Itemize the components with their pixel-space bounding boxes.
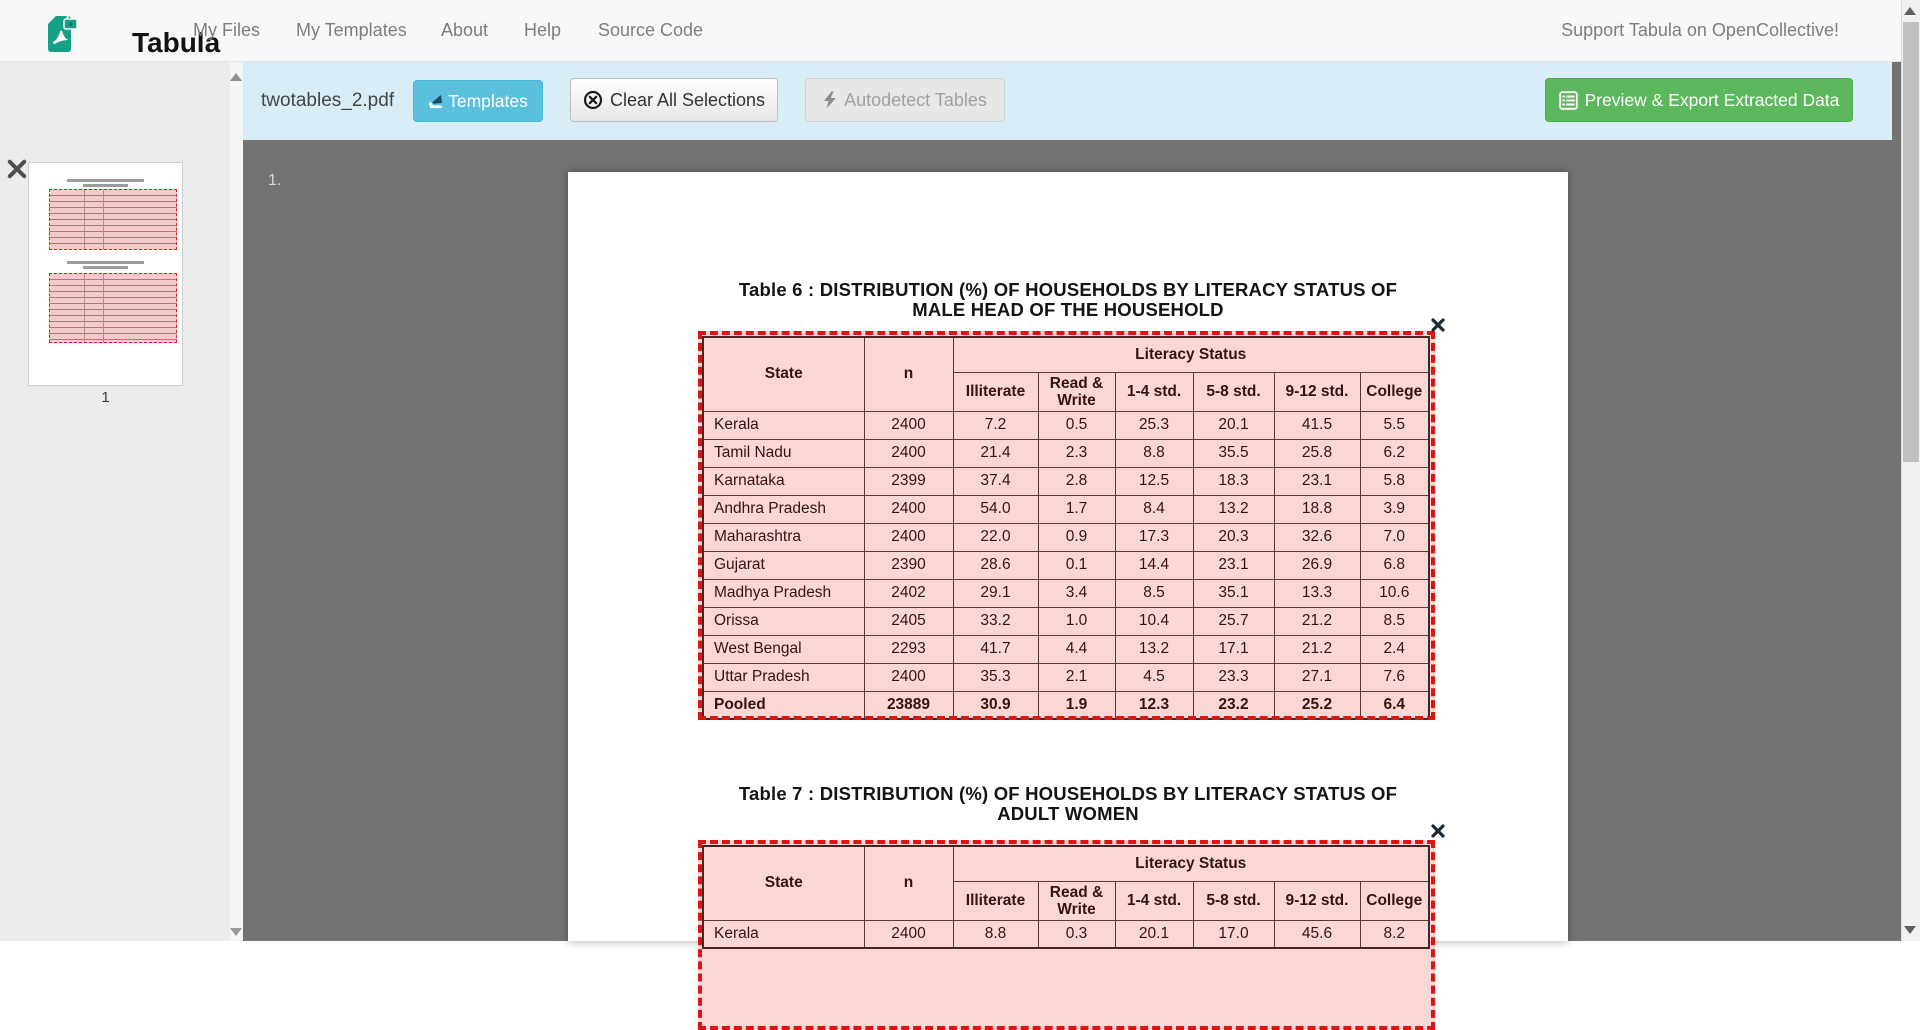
tabula-logo-icon — [40, 14, 80, 59]
selection-box-table6[interactable] — [698, 331, 1435, 720]
table7-title-line1: Table 7 : DISTRIBUTION (%) OF HOUSEHOLDS… — [568, 783, 1568, 805]
nav-link-my-templates[interactable]: My Templates — [296, 0, 407, 61]
mini-title-bar — [83, 266, 129, 269]
table6-title-line1: Table 6 : DISTRIBUTION (%) OF HOUSEHOLDS… — [568, 279, 1568, 301]
nav-link-help[interactable]: Help — [524, 0, 561, 61]
viewer-page-label: 1. — [268, 172, 281, 190]
thumbnail-page-number: 1 — [28, 389, 183, 406]
templates-button-label: Templates — [448, 91, 528, 112]
document-filename: twotables_2.pdf — [261, 62, 394, 140]
sidebar-scroll-up-icon[interactable] — [230, 73, 242, 81]
autodetect-button-label: Autodetect Tables — [844, 90, 987, 111]
window-scroll-down-icon[interactable] — [1904, 926, 1916, 934]
clear-button-label: Clear All Selections — [610, 90, 765, 111]
circle-x-icon — [583, 90, 603, 110]
brand-link[interactable]: Tabula — [40, 12, 190, 52]
preview-export-button[interactable]: Preview & Export Extracted Data — [1545, 78, 1853, 122]
selection7-close-icon[interactable] — [1431, 824, 1445, 838]
save-template-icon — [428, 93, 445, 110]
window-scroll-up-icon[interactable] — [1904, 7, 1916, 15]
sidebar: 1 — [0, 62, 230, 941]
mini-title-bar — [67, 261, 144, 264]
lightning-bolt-icon — [823, 91, 837, 109]
nav-link-about[interactable]: About — [441, 0, 488, 61]
window-scrollbar-thumb[interactable] — [1903, 22, 1919, 462]
mini-title-bar — [83, 184, 129, 187]
nav-link-my-files[interactable]: My Files — [193, 0, 260, 61]
mini-selection-table7 — [49, 273, 178, 343]
templates-button[interactable]: Templates — [413, 80, 543, 122]
export-button-label: Preview & Export Extracted Data — [1585, 90, 1840, 111]
selection-box-table7[interactable] — [698, 840, 1435, 1030]
mini-title-bar — [67, 179, 144, 182]
table-list-icon — [1559, 91, 1578, 110]
selection6-close-icon[interactable] — [1431, 318, 1445, 332]
nav-link-source-code[interactable]: Source Code — [598, 0, 703, 61]
sidebar-scrollbar[interactable] — [230, 62, 243, 941]
table6-title-line2: MALE HEAD OF THE HOUSEHOLD — [568, 299, 1568, 321]
page-thumbnail[interactable] — [28, 162, 183, 386]
mini-selection-table6 — [49, 189, 178, 250]
sidebar-scroll-down-icon[interactable] — [230, 928, 242, 936]
navbar: Tabula My Files My Templates About Help Sour… — [0, 0, 1920, 62]
clear-all-selections-button[interactable]: Clear All Selections — [570, 78, 778, 122]
support-opencollective-link[interactable]: Support Tabula on OpenCollective! — [1561, 0, 1839, 61]
table7-title-line2: ADULT WOMEN — [568, 803, 1568, 825]
autodetect-tables-button[interactable]: Autodetect Tables — [805, 78, 1005, 122]
remove-page-icon[interactable] — [7, 159, 27, 179]
